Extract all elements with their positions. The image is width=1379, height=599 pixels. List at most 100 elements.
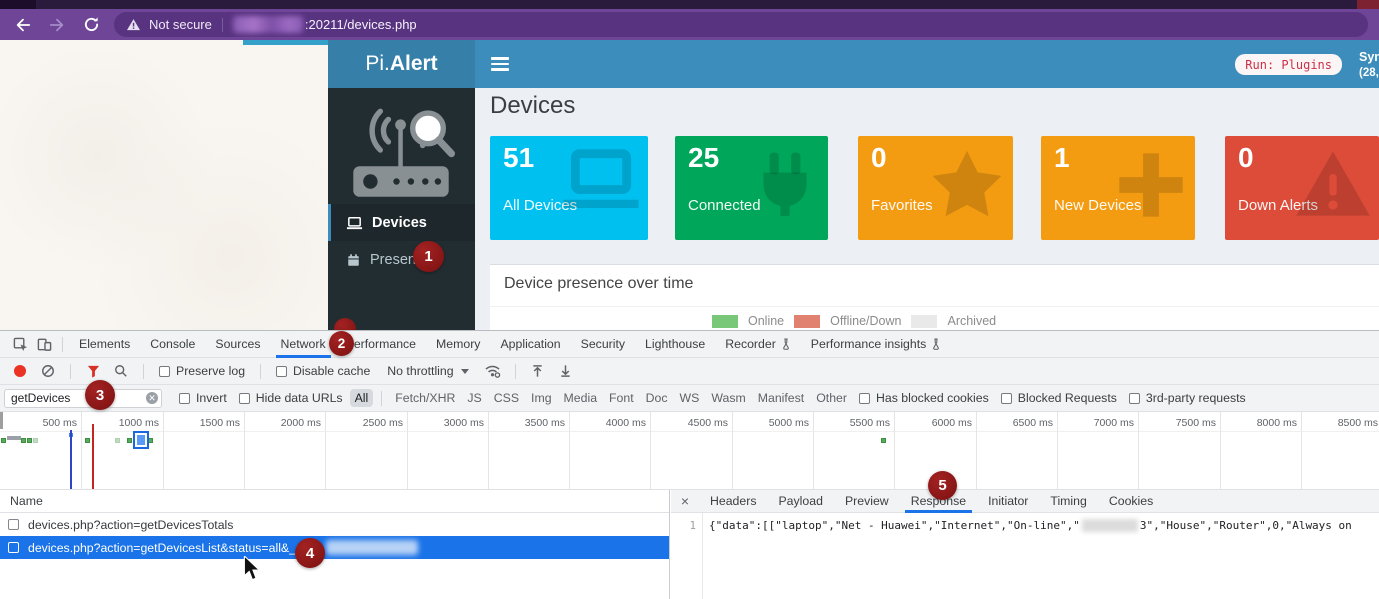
network-request-area: Name devices.php?action=getDevicesTotals… xyxy=(0,490,1379,599)
disable-cache-checkbox[interactable]: Disable cache xyxy=(271,364,375,378)
app-navbar: Run: Plugins Syn (28, xyxy=(475,40,1379,88)
tab-lighthouse[interactable]: Lighthouse xyxy=(635,331,715,358)
app-sidebar: Devices Presence xyxy=(328,88,475,330)
search-icon[interactable] xyxy=(109,361,133,381)
tab-performance-insights[interactable]: Performance insights xyxy=(801,331,952,358)
experiment-flask-icon xyxy=(781,338,791,350)
tab-headers[interactable]: Headers xyxy=(699,490,767,513)
toolbar-divider xyxy=(70,364,71,379)
checkbox-icon xyxy=(1001,393,1012,404)
panel-divider xyxy=(490,306,1379,307)
tab-preview[interactable]: Preview xyxy=(834,490,900,513)
page-viewport: Pi.Alert Run: Plugins Syn (28, xyxy=(0,40,1379,330)
request-row-get-devices-totals[interactable]: devices.php?action=getDevicesTotals xyxy=(0,513,669,536)
filter-type-wasm[interactable]: Wasm xyxy=(706,389,750,407)
tab-cookies[interactable]: Cookies xyxy=(1098,490,1164,513)
hide-data-urls-checkbox[interactable]: Hide data URLs xyxy=(234,391,348,405)
timeline-tick-label: 2000 ms xyxy=(241,417,321,429)
sidebar-item-presence[interactable]: Presence xyxy=(328,241,475,278)
stat-card-new-devices[interactable]: 1 New Devices xyxy=(1041,136,1195,240)
pialert-logo[interactable]: Pi.Alert xyxy=(328,40,475,88)
invert-checkbox[interactable]: Invert xyxy=(174,391,232,405)
blocked-requests-checkbox[interactable]: Blocked Requests xyxy=(996,391,1122,405)
network-filter-input[interactable] xyxy=(4,389,162,408)
export-har-icon[interactable] xyxy=(554,361,578,381)
tab-security[interactable]: Security xyxy=(571,331,635,358)
tab-timing[interactable]: Timing xyxy=(1039,490,1097,513)
stat-card-connected[interactable]: 25 Connected xyxy=(675,136,828,240)
filter-type-fetch-xhr[interactable]: Fetch/XHR xyxy=(390,389,460,407)
sidebar-toggle-button[interactable] xyxy=(491,57,509,71)
filter-type-other[interactable]: Other xyxy=(811,389,852,407)
reload-button[interactable] xyxy=(80,14,102,36)
filter-type-all[interactable]: All xyxy=(350,389,374,407)
filter-type-doc[interactable]: Doc xyxy=(641,389,673,407)
timeline-tick-label: 5000 ms xyxy=(729,417,809,429)
checkbox-icon xyxy=(239,393,250,404)
sidebar-item-devices[interactable]: Devices xyxy=(328,204,475,241)
details-tab-bar: × Headers Payload Preview Response Initi… xyxy=(671,490,1379,513)
clear-icon[interactable] xyxy=(36,361,60,381)
network-overview-timeline[interactable]: 500 ms1000 ms1500 ms2000 ms2500 ms3000 m… xyxy=(0,412,1379,490)
name-column-header[interactable]: Name xyxy=(0,490,669,513)
import-har-icon[interactable] xyxy=(526,361,550,381)
stat-value: 25 xyxy=(688,142,719,174)
forward-button[interactable] xyxy=(46,14,68,36)
tab-payload[interactable]: Payload xyxy=(767,490,833,513)
timeline-tick-label: 7000 ms xyxy=(1054,417,1134,429)
toolbar-divider xyxy=(143,364,144,379)
request-dot xyxy=(1,438,6,443)
brand-suffix: Alert xyxy=(390,52,438,76)
tab-initiator[interactable]: Initiator xyxy=(977,490,1039,513)
back-arrow-icon xyxy=(14,17,32,33)
filter-type-manifest[interactable]: Manifest xyxy=(753,389,809,407)
brand-prefix: Pi. xyxy=(365,52,390,76)
tab-console[interactable]: Console xyxy=(140,331,205,358)
response-content[interactable]: 1 {"data":[["laptop","Net - Huawei","Int… xyxy=(671,513,1379,599)
line-number-gutter: 1 xyxy=(671,513,703,599)
device-toolbar-icon[interactable] xyxy=(32,334,56,354)
overlapping-window xyxy=(0,40,328,330)
filter-type-js[interactable]: JS xyxy=(462,389,486,407)
checkbox-label: 3rd-party requests xyxy=(1146,391,1246,405)
browser-window-control[interactable] xyxy=(1357,0,1379,9)
response-text: 3","House","Router",0,"Always on xyxy=(1140,519,1352,532)
tab-recorder[interactable]: Recorder xyxy=(715,331,801,358)
tab-sources[interactable]: Sources xyxy=(205,331,270,358)
request-name: devices.php?action=getDevicesList&status… xyxy=(28,541,303,555)
legend-swatch-archived xyxy=(911,315,937,328)
tab-application[interactable]: Application xyxy=(490,331,570,358)
throttling-dropdown[interactable]: No throttling xyxy=(379,364,476,378)
stat-card-favorites[interactable]: 0 Favorites xyxy=(858,136,1013,240)
filter-type-font[interactable]: Font xyxy=(604,389,639,407)
toolbar-divider xyxy=(381,391,382,406)
clear-filter-icon[interactable]: ✕ xyxy=(146,392,158,404)
stat-card-down-alerts[interactable]: 0 Down Alerts xyxy=(1225,136,1379,240)
redacted-query-param xyxy=(326,540,418,555)
annotation-badge-4: 4 xyxy=(295,538,325,568)
tab-elements[interactable]: Elements xyxy=(69,331,140,358)
address-bar[interactable]: Not secure :20211/devices.php xyxy=(114,12,1368,37)
stat-card-all-devices[interactable]: 51 All Devices xyxy=(490,136,648,240)
inspect-element-icon[interactable] xyxy=(8,334,32,354)
timeline-tick-label: 4000 ms xyxy=(566,417,646,429)
filter-type-css[interactable]: CSS xyxy=(489,389,524,407)
back-button[interactable] xyxy=(12,14,34,36)
reload-icon xyxy=(83,16,100,33)
preserve-log-checkbox[interactable]: Preserve log xyxy=(154,364,250,378)
third-party-requests-checkbox[interactable]: 3rd-party requests xyxy=(1124,391,1251,405)
tab-network[interactable]: Network xyxy=(271,331,336,358)
filter-type-img[interactable]: Img xyxy=(526,389,557,407)
tab-memory[interactable]: Memory xyxy=(426,331,490,358)
request-row-get-devices-list[interactable]: devices.php?action=getDevicesList&status… xyxy=(0,536,669,559)
filter-type-media[interactable]: Media xyxy=(559,389,603,407)
network-filter-bar: ✕ Invert Hide data URLs All Fetch/XHR JS… xyxy=(0,385,1379,412)
filter-funnel-icon[interactable] xyxy=(81,361,105,381)
has-blocked-cookies-checkbox[interactable]: Has blocked cookies xyxy=(854,391,994,405)
close-details-icon[interactable]: × xyxy=(671,493,699,509)
network-conditions-icon[interactable] xyxy=(481,361,505,381)
run-plugins-button[interactable]: Run: Plugins xyxy=(1235,54,1342,75)
record-button[interactable] xyxy=(14,365,26,377)
filter-type-ws[interactable]: WS xyxy=(675,389,705,407)
page-title: Devices xyxy=(490,92,575,120)
